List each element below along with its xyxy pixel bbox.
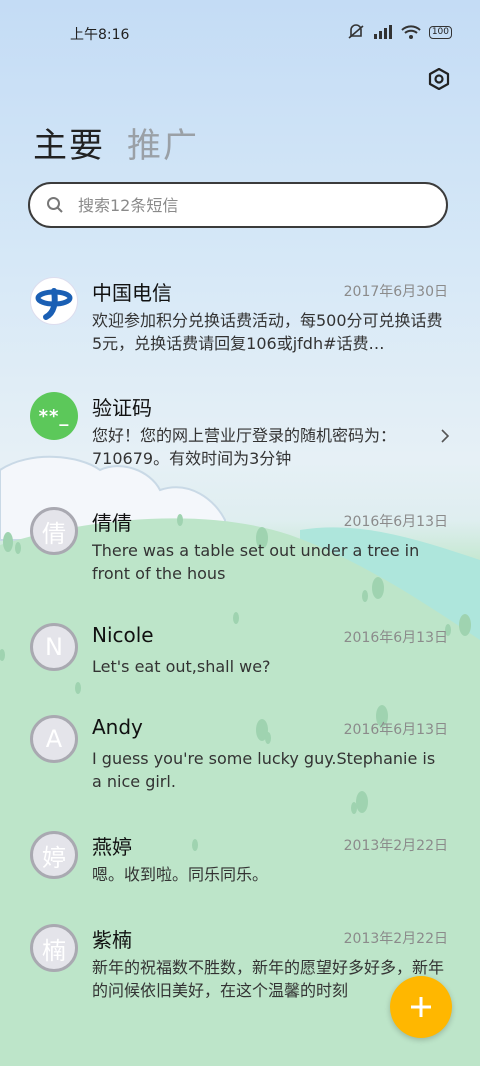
avatar [30,277,78,325]
gear-icon[interactable] [428,68,450,90]
message-date: 2016年6月13日 [343,630,448,646]
status-bar: 上午8:16 100 [0,24,480,44]
message-preview: There was a table set out under a tree i… [92,541,420,583]
tab-promotions[interactable]: 推广 [127,118,199,167]
conversation-row[interactable]: N Nicole 2016年6月13日 Let's eat out,shall … [0,623,480,683]
contact-name: 中国电信 [92,281,172,305]
tab-primary[interactable]: 主要 [33,118,105,167]
mute-icon [348,24,364,39]
avatar: 楠 [30,924,78,972]
conversation-row[interactable]: **_ 验证码 您好！您的网上营业厅登录的随机密码为：710679。有效时间为3… [0,392,480,482]
message-date: 2016年6月13日 [343,722,448,738]
contact-name: 燕婷 [92,835,132,859]
message-date: 2013年2月22日 [343,931,448,947]
search-icon [47,197,63,213]
avatar: N [30,623,78,671]
status-icons: 100 [347,24,452,40]
message-date: 2016年6月13日 [343,514,448,530]
contact-name: Andy [92,715,143,739]
avatar: 倩 [30,507,78,555]
signal-icon [373,25,392,39]
contact-name: Nicole [92,623,154,647]
status-time: 上午8:16 [70,27,130,43]
conversation-row[interactable]: 倩 倩倩 2016年6月13日 There was a table set ou… [0,507,480,597]
message-preview: 您好！您的网上营业厅登录的随机密码为：710679。有效时间为3分钟 [92,426,397,468]
message-preview: 嗯。收到啦。同乐同乐。 [92,865,269,884]
conversation-row[interactable]: 中国电信 2017年6月30日 欢迎参加积分兑换话费活动，每500分可兑换话费5… [0,277,480,367]
message-preview: I guess you're some lucky guy.Stephanie … [92,749,436,791]
message-date: 2017年6月30日 [343,284,448,300]
new-message-button[interactable] [390,976,452,1038]
avatar: 婷 [30,831,78,879]
search-bar[interactable] [28,182,448,228]
search-input[interactable] [76,194,420,216]
conversation-row[interactable]: 婷 燕婷 2013年2月22日 嗯。收到啦。同乐同乐。 [0,831,480,891]
wifi-icon [401,25,421,39]
avatar: **_ [30,392,78,440]
avatar: A [30,715,78,763]
message-date: 2013年2月22日 [343,838,448,854]
tab-bar: 主要 推广 [33,118,199,167]
message-preview: Let's eat out,shall we? [92,657,271,676]
battery-icon: 100 [428,25,452,39]
contact-name: 倩倩 [92,511,132,535]
telecom-logo-icon [35,288,73,320]
contact-name: 紫楠 [92,928,132,952]
chevron-right-icon[interactable] [440,428,450,444]
conversation-row[interactable]: A Andy 2016年6月13日 I guess you're some lu… [0,715,480,805]
message-preview: 欢迎参加积分兑换话费活动，每500分可兑换话费5元，兑换话费请回复106或jfd… [92,311,443,353]
plus-icon [411,997,431,1017]
contact-name: 验证码 [92,396,152,420]
